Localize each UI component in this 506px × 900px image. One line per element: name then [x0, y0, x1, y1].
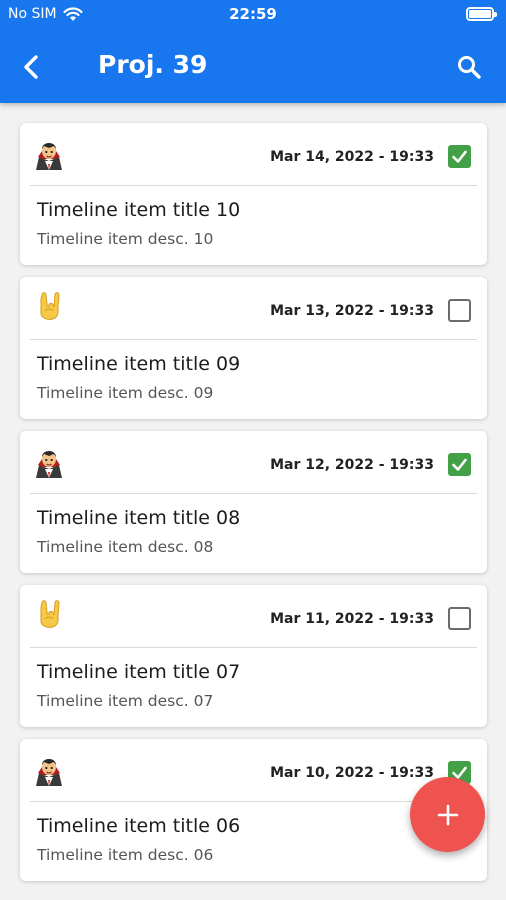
app-bar: No SIM 22:59 Proj. 39: [0, 0, 506, 103]
card-header: Mar 12, 2022 - 19:33: [30, 431, 477, 494]
checkmark-icon: [452, 458, 467, 471]
plus-icon: [437, 804, 458, 825]
status-bar: No SIM 22:59: [0, 0, 506, 30]
search-button[interactable]: [452, 50, 486, 84]
card-header: Mar 11, 2022 - 19:33: [30, 585, 477, 648]
checkmark-icon: [452, 150, 467, 163]
rock-hand-emoji-icon: [32, 599, 66, 633]
done-checkbox[interactable]: [448, 145, 471, 168]
timeline-title: Timeline item title 09: [37, 353, 241, 375]
status-time: 22:59: [229, 5, 277, 23]
timeline-desc: Timeline item desc. 06: [37, 846, 214, 864]
timeline-title: Timeline item title 08: [37, 507, 241, 529]
rock-hand-emoji-icon: [32, 291, 66, 325]
timeline-date: Mar 11, 2022 - 19:33: [270, 611, 434, 627]
vampire-emoji-icon: [32, 753, 66, 787]
card-header: Mar 14, 2022 - 19:33: [30, 123, 477, 186]
done-checkbox[interactable]: [448, 453, 471, 476]
timeline-card[interactable]: Mar 12, 2022 - 19:33 Timeline item title …: [20, 431, 487, 573]
timeline-card[interactable]: Mar 13, 2022 - 19:33 Timeline item title …: [20, 277, 487, 419]
card-header: Mar 10, 2022 - 19:33: [30, 739, 477, 802]
vampire-emoji-icon: [32, 445, 66, 479]
done-checkbox[interactable]: [448, 607, 471, 630]
vampire-emoji-icon: [32, 137, 66, 171]
timeline-desc: Timeline item desc. 10: [37, 230, 214, 248]
page-title: Proj. 39: [98, 50, 208, 79]
toolbar: Proj. 39: [0, 38, 506, 94]
timeline-title: Timeline item title 10: [37, 199, 241, 221]
timeline-date: Mar 12, 2022 - 19:33: [270, 457, 434, 473]
timeline-desc: Timeline item desc. 09: [37, 384, 214, 402]
timeline-date: Mar 10, 2022 - 19:33: [270, 765, 434, 781]
timeline-title: Timeline item title 06: [37, 815, 241, 837]
timeline-desc: Timeline item desc. 08: [37, 538, 214, 556]
timeline-title: Timeline item title 07: [37, 661, 241, 683]
done-checkbox[interactable]: [448, 299, 471, 322]
timeline-desc: Timeline item desc. 07: [37, 692, 214, 710]
timeline-date: Mar 13, 2022 - 19:33: [270, 303, 434, 319]
add-item-button[interactable]: [410, 777, 485, 852]
search-icon: [458, 56, 481, 79]
timeline-date: Mar 14, 2022 - 19:33: [270, 149, 434, 165]
timeline-card[interactable]: Mar 11, 2022 - 19:33 Timeline item title …: [20, 585, 487, 727]
timeline-card[interactable]: Mar 14, 2022 - 19:33 Timeline item title …: [20, 123, 487, 265]
card-header: Mar 13, 2022 - 19:33: [30, 277, 477, 340]
battery-icon: [466, 7, 497, 21]
chevron-left-icon: [24, 55, 38, 79]
back-button[interactable]: [14, 50, 48, 84]
